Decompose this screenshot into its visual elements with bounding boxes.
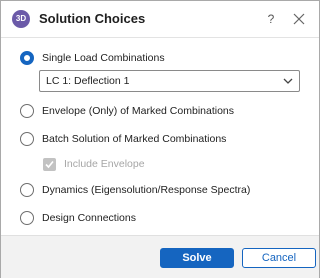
radio-label-single: Single Load Combinations (42, 52, 165, 64)
radio-label-design: Design Connections (42, 212, 136, 224)
title-bar: 3D Solution Choices ? (1, 1, 319, 37)
cancel-button[interactable]: Cancel (242, 248, 316, 268)
app-3d-icon: 3D (12, 10, 30, 28)
checkmark-icon (45, 160, 54, 168)
radio-button[interactable] (20, 104, 34, 118)
dialog-footer: Solve Cancel (1, 235, 319, 278)
dialog-title: Solution Choices (39, 11, 146, 26)
chevron-down-icon (283, 78, 293, 84)
radio-single-load-combinations[interactable]: Single Load Combinations (20, 49, 165, 67)
solution-choices-dialog: 3D Solution Choices ? Single Load Combin… (0, 0, 320, 278)
close-button[interactable] (289, 9, 309, 29)
radio-button-selected[interactable] (20, 51, 34, 65)
help-button[interactable]: ? (263, 9, 279, 29)
radio-design-connections[interactable]: Design Connections (20, 209, 136, 227)
radio-label-envelope: Envelope (Only) of Marked Combinations (42, 105, 235, 117)
radio-button[interactable] (20, 211, 34, 225)
title-divider (1, 37, 319, 38)
radio-label-batch: Batch Solution of Marked Combinations (42, 133, 227, 145)
include-envelope-checkbox-row[interactable]: Include Envelope (43, 157, 145, 171)
include-envelope-label: Include Envelope (64, 158, 145, 170)
dropdown-value: LC 1: Deflection 1 (46, 75, 130, 87)
load-combination-dropdown[interactable]: LC 1: Deflection 1 (39, 70, 300, 92)
radio-button[interactable] (20, 183, 34, 197)
include-envelope-checkbox[interactable] (43, 157, 56, 171)
radio-envelope-marked-combinations[interactable]: Envelope (Only) of Marked Combinations (20, 102, 234, 120)
radio-dynamics[interactable]: Dynamics (Eigensolution/Response Spectra… (20, 181, 250, 199)
radio-batch-solution[interactable]: Batch Solution of Marked Combinations (20, 130, 226, 148)
solve-button[interactable]: Solve (160, 248, 234, 268)
radio-label-dynamics: Dynamics (Eigensolution/Response Spectra… (42, 184, 251, 196)
close-icon (293, 13, 305, 25)
radio-button[interactable] (20, 132, 34, 146)
